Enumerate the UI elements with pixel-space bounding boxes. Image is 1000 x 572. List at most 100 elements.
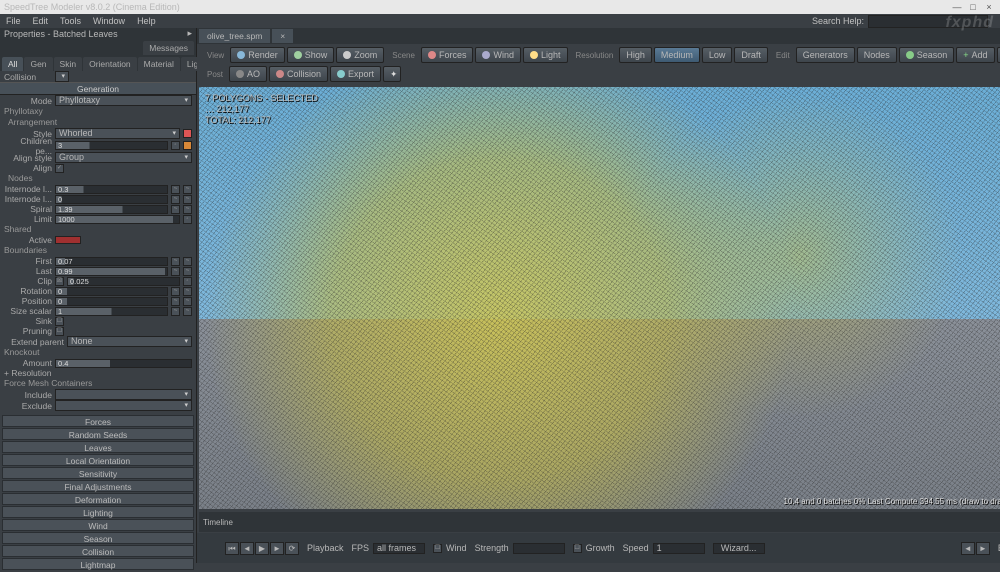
wind-button[interactable]: Wind: [475, 47, 521, 63]
next-button[interactable]: ►: [270, 542, 284, 555]
list-item[interactable]: Final Adjustments: [2, 480, 194, 492]
align-style-dropdown[interactable]: Group: [55, 152, 192, 163]
wireframe-overlay: [199, 87, 1000, 509]
wind-checkbox[interactable]: ☐: [433, 544, 442, 553]
menu-tools[interactable]: Tools: [60, 16, 81, 26]
internode1-slider[interactable]: 0.3: [55, 185, 168, 194]
position-slider[interactable]: 0: [55, 297, 168, 306]
list-item[interactable]: Lightmap: [2, 558, 194, 570]
phyllotaxy-sub: Phyllotaxy: [0, 106, 196, 117]
light-button[interactable]: Light: [523, 47, 568, 63]
zoom-button[interactable]: Zoom: [336, 47, 384, 63]
list-item[interactable]: Collision: [2, 545, 194, 557]
list-item[interactable]: Random Seeds: [2, 428, 194, 440]
size-slider[interactable]: 1: [55, 307, 168, 316]
tab-skin[interactable]: Skin: [54, 57, 83, 71]
limit-slider[interactable]: 1000: [55, 215, 180, 224]
tab-gen[interactable]: Gen: [24, 57, 52, 71]
document-tabs: olive_tree.spm ×: [197, 28, 1000, 44]
properties-panel: Properties - Batched Leaves ▸ Messages A…: [0, 28, 197, 563]
collision-button[interactable]: Collision: [269, 66, 328, 82]
menu-file[interactable]: File: [6, 16, 21, 26]
speed-field[interactable]: 1: [653, 543, 705, 554]
list-item[interactable]: Leaves: [2, 441, 194, 453]
add-button[interactable]: +Add: [956, 47, 994, 63]
draft-button[interactable]: Draft: [734, 47, 768, 63]
properties-header: Properties - Batched Leaves ▸: [0, 28, 196, 39]
style-dropdown[interactable]: Whorled: [55, 128, 180, 139]
list-item[interactable]: Lighting: [2, 506, 194, 518]
generators-button[interactable]: Generators: [796, 47, 855, 63]
clip-slider[interactable]: 0.025: [67, 277, 180, 286]
menu-help[interactable]: Help: [137, 16, 156, 26]
prev-button[interactable]: ◄: [240, 542, 254, 555]
children-slider[interactable]: 3: [55, 141, 168, 150]
sink-checkbox[interactable]: ☐: [55, 317, 64, 326]
wizard-button[interactable]: Wizard...: [713, 543, 765, 554]
step-back-button[interactable]: ◄: [961, 542, 975, 555]
collision-toggle[interactable]: [55, 71, 69, 82]
forces-button[interactable]: Forces: [421, 47, 474, 63]
first-slider[interactable]: 0.07: [55, 257, 168, 266]
medium-button[interactable]: Medium: [654, 47, 700, 63]
close-icon[interactable]: ×: [982, 2, 996, 12]
play-button[interactable]: ▶: [255, 542, 269, 555]
internode2-slider[interactable]: 0: [55, 195, 168, 204]
align-checkbox[interactable]: ✓: [55, 164, 64, 173]
viewport-3d[interactable]: 7 POLYGONS - SELECTED … 212,177 TOTAL: 2…: [199, 87, 1000, 509]
include-dropdown[interactable]: [55, 389, 192, 400]
high-button[interactable]: High: [619, 47, 652, 63]
rewind-button[interactable]: ⏮: [225, 542, 239, 555]
tab-close-icon[interactable]: ×: [272, 29, 293, 43]
list-item[interactable]: Local Orientation: [2, 454, 194, 466]
exclude-dropdown[interactable]: [55, 400, 192, 411]
maximize-icon[interactable]: □: [966, 2, 980, 12]
season-button[interactable]: Season: [899, 47, 955, 63]
document-tab[interactable]: olive_tree.spm: [199, 29, 270, 43]
strength-field[interactable]: [513, 543, 565, 554]
tab-all[interactable]: All: [2, 57, 23, 71]
generation-header[interactable]: Generation: [0, 82, 196, 95]
app-title: SpeedTree Modeler v8.0.2 (Cinema Edition…: [4, 2, 180, 12]
last-slider[interactable]: 0.99: [55, 267, 168, 276]
tab-orientation[interactable]: Orientation: [83, 57, 137, 71]
list-item[interactable]: Sensitivity: [2, 467, 194, 479]
clip-checkbox[interactable]: ☒: [55, 277, 64, 286]
ao-button[interactable]: AO: [229, 66, 267, 82]
show-button[interactable]: Show: [287, 47, 335, 63]
list-item[interactable]: Wind: [2, 519, 194, 531]
nodes-button[interactable]: Nodes: [857, 47, 897, 63]
pruning-checkbox[interactable]: ☐: [55, 327, 64, 336]
minimize-icon[interactable]: —: [950, 2, 964, 12]
menu-window[interactable]: Window: [93, 16, 125, 26]
extra-button[interactable]: ✦: [383, 66, 401, 82]
style-reset-button[interactable]: [183, 129, 192, 138]
active-color[interactable]: [55, 236, 81, 244]
spiral-slider[interactable]: 1.39: [55, 205, 168, 214]
viewport-stats: 7 POLYGONS - SELECTED … 212,177 TOTAL: 2…: [205, 93, 318, 126]
loop-button[interactable]: ⟳: [285, 542, 299, 555]
extend-parent-dropdown[interactable]: None: [67, 336, 192, 347]
list-item[interactable]: Deformation: [2, 493, 194, 505]
list-item[interactable]: Forces: [2, 415, 194, 427]
messages-tab[interactable]: Messages: [143, 41, 194, 55]
mode-dropdown[interactable]: Phyllotaxy: [55, 95, 192, 106]
menu-edit[interactable]: Edit: [33, 16, 49, 26]
fps-field[interactable]: all frames: [373, 543, 425, 554]
forces-icon: [428, 51, 436, 59]
render-button[interactable]: Render: [230, 47, 285, 63]
list-item[interactable]: Season: [2, 532, 194, 544]
rotation-slider[interactable]: 0: [55, 287, 168, 296]
viewport-toolbar: View Render Show Zoom Scene Forces Wind …: [197, 44, 1000, 66]
panel-menu-icon[interactable]: ▸: [187, 28, 192, 39]
tab-material[interactable]: Material: [138, 57, 180, 71]
timeline[interactable]: Timeline: [199, 512, 1000, 532]
visibility-button[interactable]: Visibility: [997, 47, 1000, 63]
growth-checkbox[interactable]: ☐: [573, 544, 582, 553]
step-fwd-button[interactable]: ►: [976, 542, 990, 555]
collision-icon: [276, 70, 284, 78]
export-button[interactable]: Export: [330, 66, 381, 82]
low-button[interactable]: Low: [702, 47, 733, 63]
collision-label: Collision: [4, 72, 52, 82]
knockout-amount-slider[interactable]: 0.4: [55, 359, 192, 368]
